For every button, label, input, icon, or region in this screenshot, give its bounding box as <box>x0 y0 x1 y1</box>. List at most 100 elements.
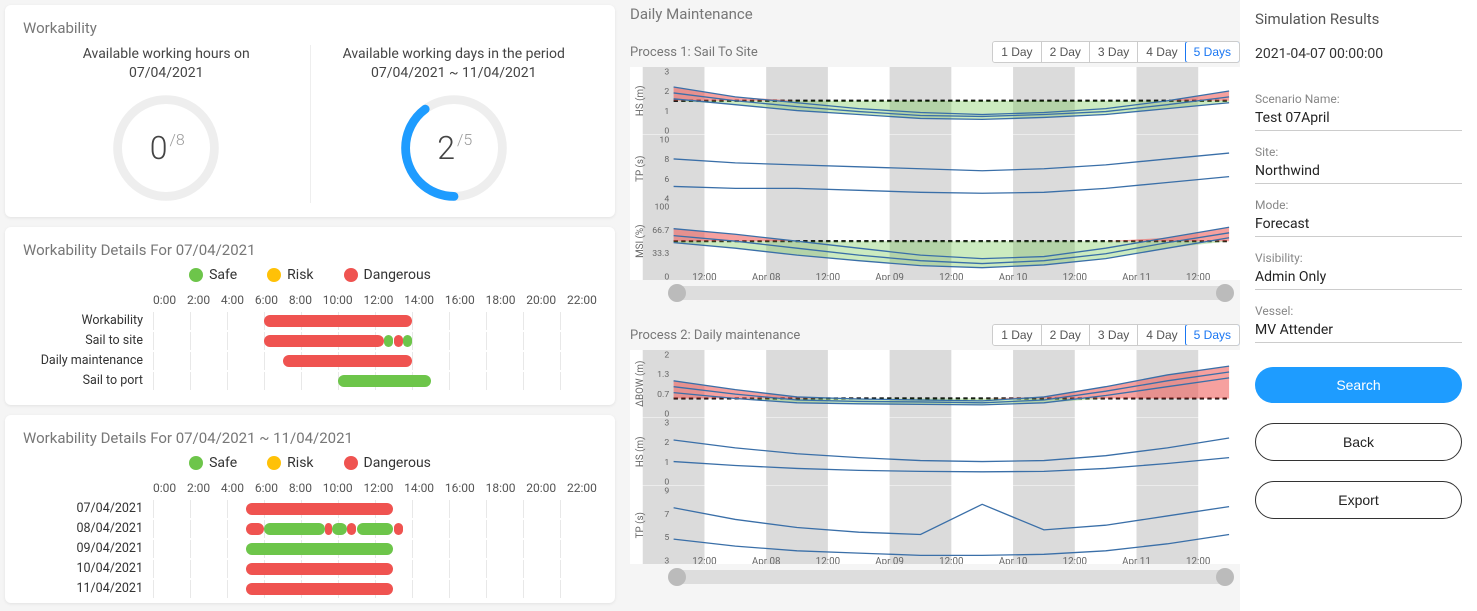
sim-field: Visibility:Admin Only <box>1255 251 1462 290</box>
workability-title: Workability <box>23 19 597 37</box>
time-slider[interactable] <box>670 286 1232 300</box>
simulation-results-panel: Simulation Results 2021-04-07 00:00:00 S… <box>1240 0 1477 611</box>
sim-field-value[interactable]: MV Attender <box>1255 320 1462 343</box>
slider-handle-right[interactable] <box>1216 284 1234 302</box>
legend-dangerous: Dangerous <box>344 267 431 283</box>
export-button[interactable]: Export <box>1255 481 1462 519</box>
svg-text:Apr 09: Apr 09 <box>875 556 904 564</box>
sim-field-value[interactable]: Test 07April <box>1255 108 1462 131</box>
day-button[interactable]: 4 Day <box>1137 42 1185 62</box>
sim-field-value[interactable]: Admin Only <box>1255 267 1462 290</box>
gantt-row: Workability <box>23 311 597 331</box>
time-slider[interactable] <box>670 570 1232 584</box>
gantt-row: 11/04/2021 <box>23 579 597 599</box>
sim-timestamp: 2021-04-07 00:00:00 <box>1255 46 1462 62</box>
svg-text:3: 3 <box>664 68 669 78</box>
svg-text:12:00: 12:00 <box>939 272 963 280</box>
legend2: Safe Risk Dangerous <box>23 455 597 471</box>
svg-text:MSI (%): MSI (%) <box>635 225 646 258</box>
svg-text:Apr 10: Apr 10 <box>999 556 1028 564</box>
svg-text:Apr 11: Apr 11 <box>1122 556 1151 564</box>
svg-text:12:00: 12:00 <box>816 272 840 280</box>
process2-panel: Process 2: Daily maintenance1 Day2 Day3 … <box>630 324 1240 597</box>
sim-field-value[interactable]: Forecast <box>1255 214 1462 237</box>
workability-card: Workability Available working hours on 0… <box>5 5 615 217</box>
sim-results-title: Simulation Results <box>1255 10 1462 28</box>
svg-text:4: 4 <box>664 194 669 202</box>
back-button[interactable]: Back <box>1255 423 1462 461</box>
day-range-buttons: 1 Day2 Day3 Day4 Day5 Days <box>992 324 1240 346</box>
svg-text:2: 2 <box>664 438 669 448</box>
svg-text:TP (s): TP (s) <box>635 512 646 538</box>
details1-title: Workability Details For 07/04/2021 <box>23 241 597 259</box>
svg-text:12:00: 12:00 <box>1063 556 1087 564</box>
svg-text:ΔBOW (m): ΔBOW (m) <box>635 361 646 407</box>
svg-text:66.7: 66.7 <box>652 226 669 236</box>
hours-ring: 0/8 <box>111 93 221 203</box>
svg-text:12:00: 12:00 <box>1063 272 1087 280</box>
hours-block: Available working hours on 07/04/2021 0/… <box>23 45 310 203</box>
sim-field-value[interactable]: Northwind <box>1255 161 1462 184</box>
day-button[interactable]: 1 Day <box>993 325 1040 345</box>
svg-text:8: 8 <box>664 155 669 165</box>
svg-text:12:00: 12:00 <box>692 556 716 564</box>
svg-text:Apr 10: Apr 10 <box>999 272 1028 280</box>
svg-text:12:00: 12:00 <box>1186 272 1210 280</box>
gantt-details2: 0:002:004:006:008:0010:0012:0014:0016:00… <box>23 481 597 599</box>
day-button[interactable]: 3 Day <box>1089 325 1137 345</box>
day-button[interactable]: 2 Day <box>1041 42 1089 62</box>
day-button[interactable]: 1 Day <box>993 42 1040 62</box>
sim-field: Vessel:MV Attender <box>1255 304 1462 343</box>
svg-text:0: 0 <box>664 477 669 485</box>
svg-text:HS (m): HS (m) <box>635 436 646 467</box>
svg-text:Apr 09: Apr 09 <box>875 272 904 280</box>
day-button[interactable]: 2 Day <box>1041 325 1089 345</box>
svg-text:Apr 11: Apr 11 <box>1122 272 1151 280</box>
svg-text:0: 0 <box>664 126 669 134</box>
gantt-details1: 0:002:004:006:008:0010:0012:0014:0016:00… <box>23 293 597 391</box>
svg-text:9: 9 <box>664 486 669 496</box>
day-range-buttons: 1 Day2 Day3 Day4 Day5 Days <box>992 41 1240 63</box>
gantt-row: 07/04/2021 <box>23 499 597 519</box>
svg-text:5: 5 <box>664 533 669 543</box>
day-button[interactable]: 5 Days <box>1185 324 1240 346</box>
svg-text:3: 3 <box>664 556 669 564</box>
svg-text:0.7: 0.7 <box>657 390 669 400</box>
search-button[interactable]: Search <box>1255 367 1462 403</box>
svg-text:12:00: 12:00 <box>939 556 963 564</box>
svg-text:2: 2 <box>664 87 669 97</box>
svg-text:Apr 08: Apr 08 <box>752 272 781 280</box>
svg-text:100: 100 <box>655 203 670 213</box>
sim-field: Mode:Forecast <box>1255 198 1462 237</box>
svg-text:6: 6 <box>664 174 669 184</box>
day-button[interactable]: 3 Day <box>1089 42 1137 62</box>
svg-text:12:00: 12:00 <box>816 556 840 564</box>
details2-card: Workability Details For 07/04/2021 ~ 11/… <box>5 415 615 603</box>
svg-text:1.3: 1.3 <box>657 371 669 381</box>
svg-text:12:00: 12:00 <box>1186 556 1210 564</box>
day-button[interactable]: 5 Days <box>1185 41 1240 63</box>
svg-text:Apr 08: Apr 08 <box>752 556 781 564</box>
svg-text:HS (m): HS (m) <box>635 85 646 116</box>
process1-panel: Process 1: Sail To Site1 Day2 Day3 Day4 … <box>630 41 1240 314</box>
legend-safe: Safe <box>189 267 237 283</box>
slider-handle-right[interactable] <box>1216 568 1234 586</box>
svg-text:TP (s): TP (s) <box>635 155 646 181</box>
slider-handle-left[interactable] <box>668 284 686 302</box>
legend: Safe Risk Dangerous <box>23 267 597 283</box>
svg-text:1: 1 <box>664 107 669 117</box>
svg-text:12:00: 12:00 <box>692 272 716 280</box>
svg-text:3: 3 <box>664 419 669 429</box>
details2-title: Workability Details For 07/04/2021 ~ 11/… <box>23 429 597 447</box>
svg-text:10: 10 <box>659 135 669 145</box>
svg-text:33.3: 33.3 <box>652 249 669 259</box>
svg-text:2: 2 <box>664 351 669 361</box>
sim-field: Scenario Name:Test 07April <box>1255 92 1462 131</box>
slider-handle-left[interactable] <box>668 568 686 586</box>
gantt-row: 08/04/2021 <box>23 519 597 539</box>
svg-text:1: 1 <box>664 458 669 468</box>
day-button[interactable]: 4 Day <box>1137 325 1185 345</box>
days-block: Available working days in the period 07/… <box>310 45 598 203</box>
gantt-row: Sail to site <box>23 331 597 351</box>
sim-field: Site:Northwind <box>1255 145 1462 184</box>
